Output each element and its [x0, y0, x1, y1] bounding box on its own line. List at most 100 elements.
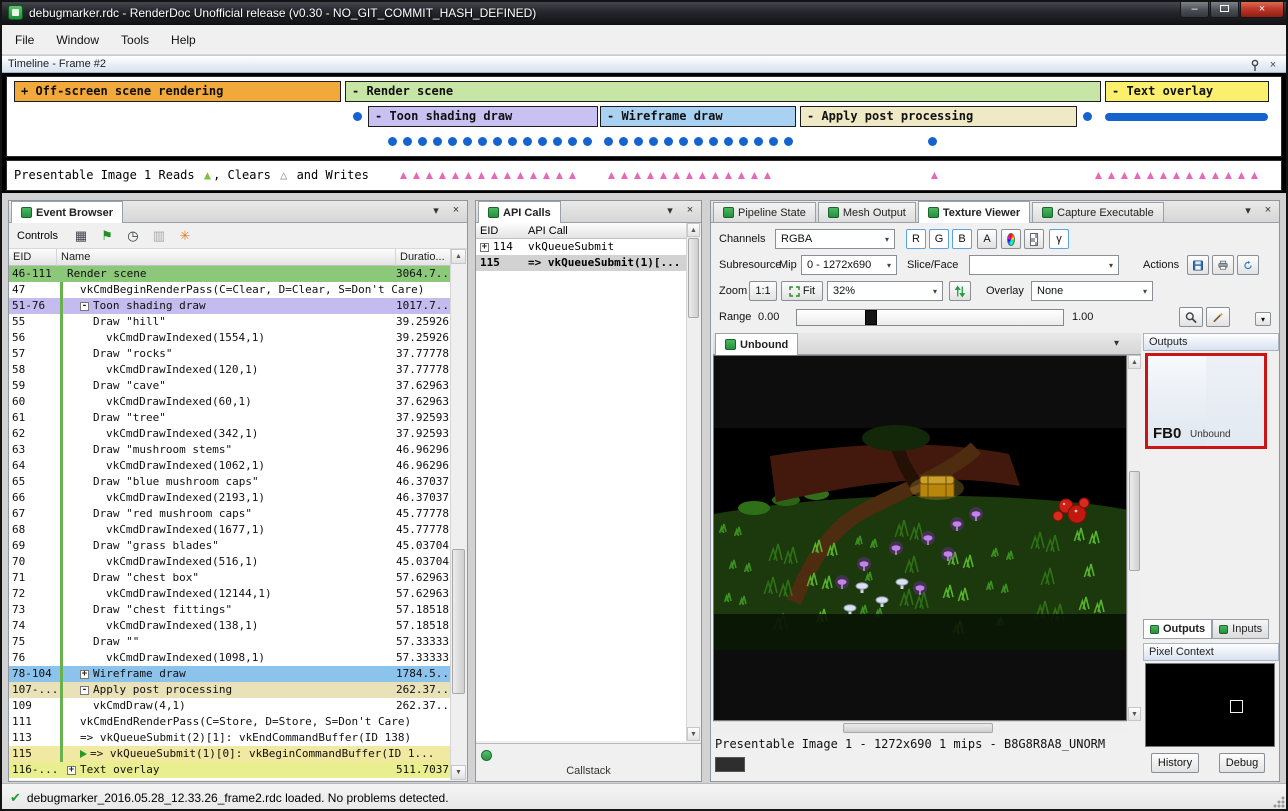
timeline-panel[interactable]: + Off-screen scene rendering - Render sc…: [0, 73, 1288, 193]
settings-star-icon[interactable]: ✳: [174, 226, 196, 246]
scrollbar-thumb[interactable]: [688, 238, 699, 318]
maximize-button[interactable]: [1210, 0, 1239, 18]
event-row-62[interactable]: 62vkCmdDrawIndexed(342,1)37.92593: [9, 426, 450, 442]
event-row-66[interactable]: 66vkCmdDrawIndexed(2193,1)46.37037: [9, 490, 450, 506]
tab-capture-executable[interactable]: Capture Executable: [1032, 202, 1164, 222]
menu-tools[interactable]: Tools: [110, 28, 160, 52]
grid-icon[interactable]: ▦: [70, 226, 92, 246]
event-row-116-...[interactable]: 116-...+Text overlay511.7037: [9, 762, 450, 778]
timeline-bar-postprocess[interactable]: - Apply post processing: [800, 106, 1077, 127]
range-slider[interactable]: [796, 309, 1064, 326]
green-channel-toggle[interactable]: G: [929, 229, 949, 249]
expander-icon[interactable]: -: [80, 302, 89, 311]
scroll-down-icon[interactable]: ▼: [687, 727, 700, 741]
scrollbar-thumb[interactable]: [1129, 471, 1140, 571]
scroll-up-icon[interactable]: ▲: [451, 249, 466, 264]
zoom-1-1-button[interactable]: 1:1: [749, 281, 777, 301]
stats-icon[interactable]: ▥: [148, 226, 170, 246]
scrollbar-thumb[interactable]: [843, 723, 993, 733]
slice-face-combo[interactable]: ▾: [969, 255, 1119, 275]
event-row-63[interactable]: 63Draw "mushroom stems"46.96296: [9, 442, 450, 458]
event-row-56[interactable]: 56vkCmdDrawIndexed(1554,1)39.25926: [9, 330, 450, 346]
event-row-51-76[interactable]: 51-76-Toon shading draw1017.7...: [9, 298, 450, 314]
texture-hscrollbar[interactable]: [713, 721, 1127, 734]
pin-icon[interactable]: [1248, 58, 1262, 72]
event-row-71[interactable]: 71Draw "chest box"57.62963: [9, 570, 450, 586]
event-row-78-104[interactable]: 78-104+Wireframe draw1784.5...: [9, 666, 450, 682]
timeline-usage-strip[interactable]: Presentable Image 1 Reads ▲, Clears △ an…: [6, 160, 1282, 191]
event-row-57[interactable]: 57Draw "rocks"37.77778: [9, 346, 450, 362]
scrollbar-thumb[interactable]: [452, 549, 465, 694]
event-row-70[interactable]: 70vkCmdDrawIndexed(516,1)45.03704: [9, 554, 450, 570]
event-row-46-111[interactable]: 46-111Render scene3064.7...: [9, 266, 450, 282]
timeline-bar-offscreen[interactable]: + Off-screen scene rendering: [14, 81, 341, 102]
scroll-down-icon[interactable]: ▼: [451, 765, 466, 780]
save-button[interactable]: [1187, 255, 1209, 275]
timeline-bar-wireframe[interactable]: - Wireframe draw: [600, 106, 796, 127]
goto-flag-icon[interactable]: ⚑: [96, 226, 118, 246]
menu-window[interactable]: Window: [45, 28, 110, 52]
color-wheel-button[interactable]: [1001, 229, 1021, 249]
fit-button[interactable]: Fit: [781, 281, 823, 301]
clock-icon[interactable]: ◷: [122, 226, 144, 246]
alpha-background-button[interactable]: [1024, 229, 1044, 249]
expander-icon[interactable]: +: [67, 766, 76, 775]
toolbar-overflow-button[interactable]: ▾: [1255, 312, 1271, 326]
timeline-bar-render-scene[interactable]: - Render scene: [345, 81, 1101, 102]
texture-vscrollbar[interactable]: ▲ ▼: [1127, 355, 1141, 721]
event-row-76[interactable]: 76vkCmdDrawIndexed(1098,1)57.33333: [9, 650, 450, 666]
event-row-75[interactable]: 75Draw ""57.33333: [9, 634, 450, 650]
close-icon[interactable]: ×: [449, 204, 463, 217]
texture-list-icon[interactable]: ▾: [1114, 338, 1119, 349]
close-icon[interactable]: ×: [683, 204, 697, 217]
expander-icon[interactable]: +: [480, 243, 489, 252]
event-row-115[interactable]: 115=> vkQueueSubmit(1)[0]: vkBeginComman…: [9, 746, 450, 762]
fb0-thumbnail[interactable]: FB0 Unbound: [1145, 353, 1267, 449]
menu-help[interactable]: Help: [160, 28, 207, 52]
range-fit-button[interactable]: [1179, 307, 1203, 327]
timeline-bar-text-overlay[interactable]: - Text overlay: [1105, 81, 1269, 102]
event-row-47[interactable]: 47vkCmdBeginRenderPass(C=Clear, D=Clear,…: [9, 282, 450, 298]
event-row-60[interactable]: 60vkCmdDrawIndexed(60,1)37.62963: [9, 394, 450, 410]
alpha-channel-toggle[interactable]: A: [977, 229, 997, 249]
api-call-row-114[interactable]: +114vkQueueSubmit: [476, 239, 686, 255]
event-row-58[interactable]: 58vkCmdDrawIndexed(120,1)37.77778: [9, 362, 450, 378]
event-row-67[interactable]: 67Draw "red mushroom caps"45.77778: [9, 506, 450, 522]
event-row-69[interactable]: 69Draw "grass blades"45.03704: [9, 538, 450, 554]
event-row-74[interactable]: 74vkCmdDrawIndexed(138,1)57.18518: [9, 618, 450, 634]
api-calls-columns[interactable]: EID API Call: [476, 223, 686, 239]
scroll-up-icon[interactable]: ▲: [1128, 355, 1141, 369]
event-row-113[interactable]: 113=> vkQueueSubmit(2)[1]: vkEndCommandB…: [9, 730, 450, 746]
event-row-109[interactable]: 109vkCmdDraw(4,1)262.37...: [9, 698, 450, 714]
dock-menu-icon[interactable]: ▾: [1241, 204, 1255, 217]
range-slider-handle[interactable]: [865, 310, 877, 325]
tab-api-calls[interactable]: API Calls: [478, 201, 561, 223]
resize-grip[interactable]: [1273, 796, 1285, 808]
overlay-combo[interactable]: None ▾: [1031, 281, 1153, 301]
timeline-bar-toon[interactable]: - Toon shading draw: [368, 106, 598, 127]
close-icon[interactable]: ×: [1266, 58, 1280, 72]
event-row-61[interactable]: 61Draw "tree"37.92593: [9, 410, 450, 426]
blue-channel-toggle[interactable]: B: [952, 229, 972, 249]
dock-menu-icon[interactable]: ▾: [429, 204, 443, 217]
event-row-55[interactable]: 55Draw "hill"39.25926: [9, 314, 450, 330]
tab-event-browser[interactable]: Event Browser: [11, 201, 123, 223]
channels-combo[interactable]: RGBA ▾: [775, 229, 895, 249]
menu-file[interactable]: File: [4, 28, 45, 52]
expander-icon[interactable]: +: [80, 670, 89, 679]
red-channel-toggle[interactable]: R: [906, 229, 926, 249]
debug-button[interactable]: Debug: [1219, 753, 1265, 773]
event-row-64[interactable]: 64vkCmdDrawIndexed(1062,1)46.96296: [9, 458, 450, 474]
event-browser-columns[interactable]: EID Name Duratio...: [9, 249, 450, 266]
pixel-context-view[interactable]: [1145, 663, 1275, 747]
event-row-59[interactable]: 59Draw "cave"37.62963: [9, 378, 450, 394]
close-icon[interactable]: ×: [1261, 204, 1275, 217]
tab-inputs[interactable]: Inputs: [1212, 619, 1269, 639]
tab-outputs[interactable]: Outputs: [1143, 619, 1212, 639]
close-button[interactable]: ×: [1240, 0, 1284, 18]
minimize-button[interactable]: –: [1180, 0, 1209, 18]
callstack-section[interactable]: Callstack: [476, 743, 701, 781]
dock-menu-icon[interactable]: ▾: [663, 204, 677, 217]
event-row-72[interactable]: 72vkCmdDrawIndexed(12144,1)57.62963: [9, 586, 450, 602]
refresh-button[interactable]: [1237, 255, 1259, 275]
